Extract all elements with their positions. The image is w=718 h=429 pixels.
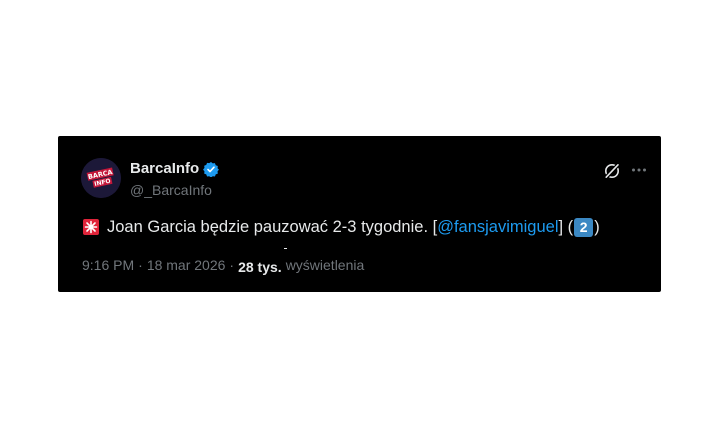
- mention-link[interactable]: @fansjavimiguel: [437, 216, 558, 238]
- tweet-date[interactable]: 18 mar 2026: [147, 256, 226, 274]
- views-count[interactable]: 28 tys.: [238, 258, 282, 276]
- meta-separator: ·: [138, 257, 143, 273]
- avatar[interactable]: BARCA INFO: [81, 158, 121, 198]
- more-options-icon[interactable]: [629, 160, 649, 180]
- avatar-logo: BARCA INFO: [81, 158, 121, 198]
- verified-badge-icon[interactable]: [203, 161, 220, 178]
- tweet-time[interactable]: 9:16 PM: [82, 256, 134, 274]
- tweet-card[interactable]: BARCA INFO BarcaInfo @_BarcaInfo Joan Ga…: [58, 136, 661, 292]
- author-name[interactable]: BarcaInfo: [130, 160, 199, 178]
- siren-emoji-icon: [82, 218, 100, 236]
- tweet-text: Joan Garcia będzie pauzować 2-3 tygodnie…: [82, 216, 600, 238]
- keycap-two-emoji: 2: [574, 217, 594, 237]
- tweet-meta: 9:16 PM · 18 mar 2026 · 28 tys. wyświetl…: [82, 256, 365, 276]
- grok-icon[interactable]: [602, 161, 622, 181]
- author-name-row: BarcaInfo: [130, 160, 220, 178]
- views-label: wyświetlenia: [285, 257, 365, 273]
- divider-mark: [284, 248, 287, 249]
- meta-separator-2: ·: [229, 257, 235, 273]
- tweet-text-end: ): [594, 218, 600, 236]
- tweet-text-after-mention: ] (: [558, 218, 574, 236]
- tweet-text-main: Joan Garcia będzie pauzować 2-3 tygodnie…: [107, 218, 438, 236]
- author-handle[interactable]: @_BarcaInfo: [130, 181, 212, 199]
